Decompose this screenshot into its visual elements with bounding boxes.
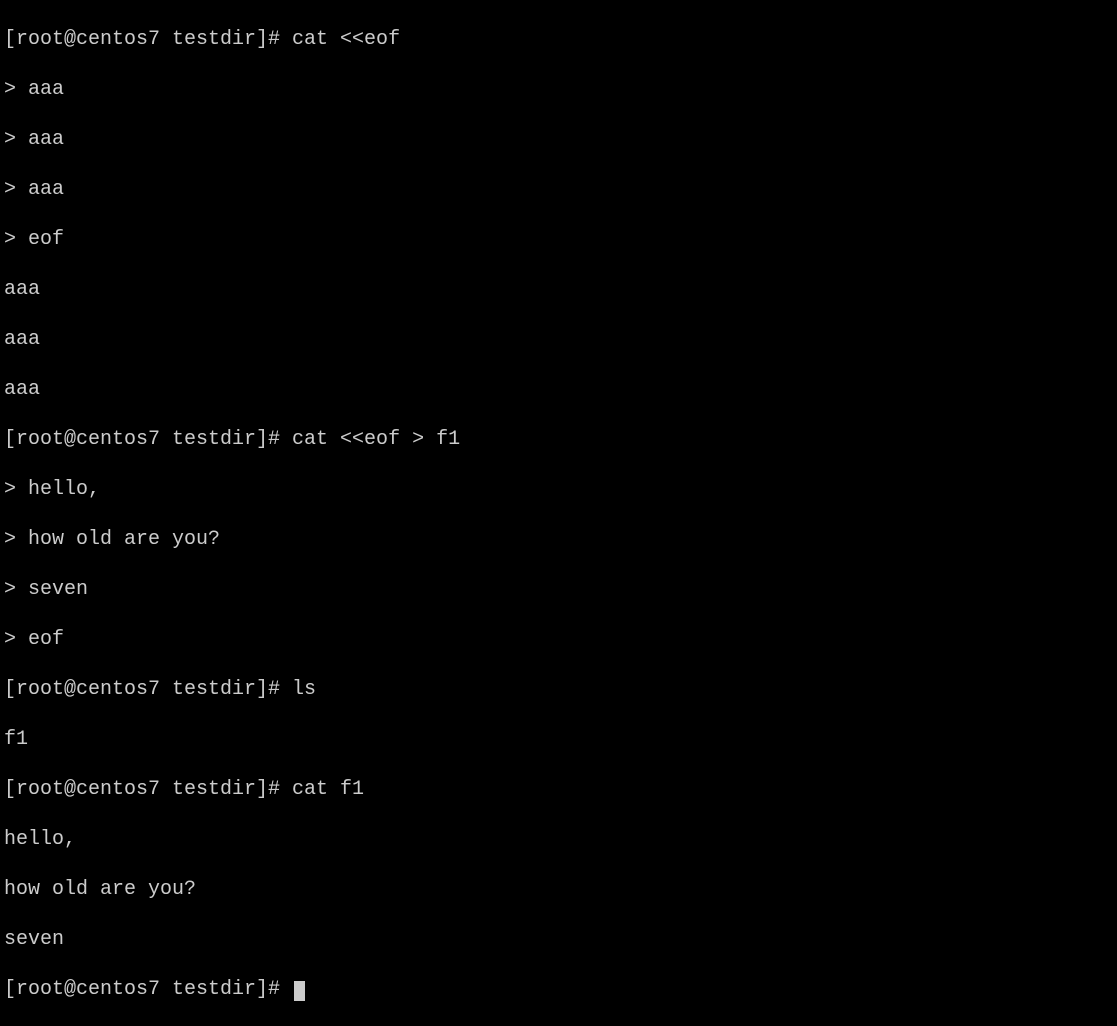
terminal-line: > aaa bbox=[4, 177, 1113, 202]
terminal-line: > aaa bbox=[4, 77, 1113, 102]
terminal-line: > seven bbox=[4, 577, 1113, 602]
terminal-line: > how old are you? bbox=[4, 527, 1113, 552]
cursor-icon bbox=[294, 981, 305, 1001]
terminal-line: > eof bbox=[4, 227, 1113, 252]
terminal-line: [root@centos7 testdir]# cat f1 bbox=[4, 777, 1113, 802]
terminal-line: how old are you? bbox=[4, 877, 1113, 902]
terminal-line: [root@centos7 testdir]# ls bbox=[4, 677, 1113, 702]
terminal-line: > hello, bbox=[4, 477, 1113, 502]
terminal-prompt-line: [root@centos7 testdir]# bbox=[4, 977, 1113, 1002]
terminal-line: f1 bbox=[4, 727, 1113, 752]
terminal-line: seven bbox=[4, 927, 1113, 952]
terminal-line: aaa bbox=[4, 377, 1113, 402]
terminal-line: > eof bbox=[4, 627, 1113, 652]
terminal-line: aaa bbox=[4, 277, 1113, 302]
terminal-line: hello, bbox=[4, 827, 1113, 852]
terminal-prompt: [root@centos7 testdir]# bbox=[4, 978, 292, 1001]
terminal-line: aaa bbox=[4, 327, 1113, 352]
terminal-line: > aaa bbox=[4, 127, 1113, 152]
terminal-line: [root@centos7 testdir]# cat <<eof bbox=[4, 27, 1113, 52]
terminal-line: [root@centos7 testdir]# cat <<eof > f1 bbox=[4, 427, 1113, 452]
terminal-output[interactable]: [root@centos7 testdir]# cat <<eof > aaa … bbox=[4, 2, 1113, 1026]
